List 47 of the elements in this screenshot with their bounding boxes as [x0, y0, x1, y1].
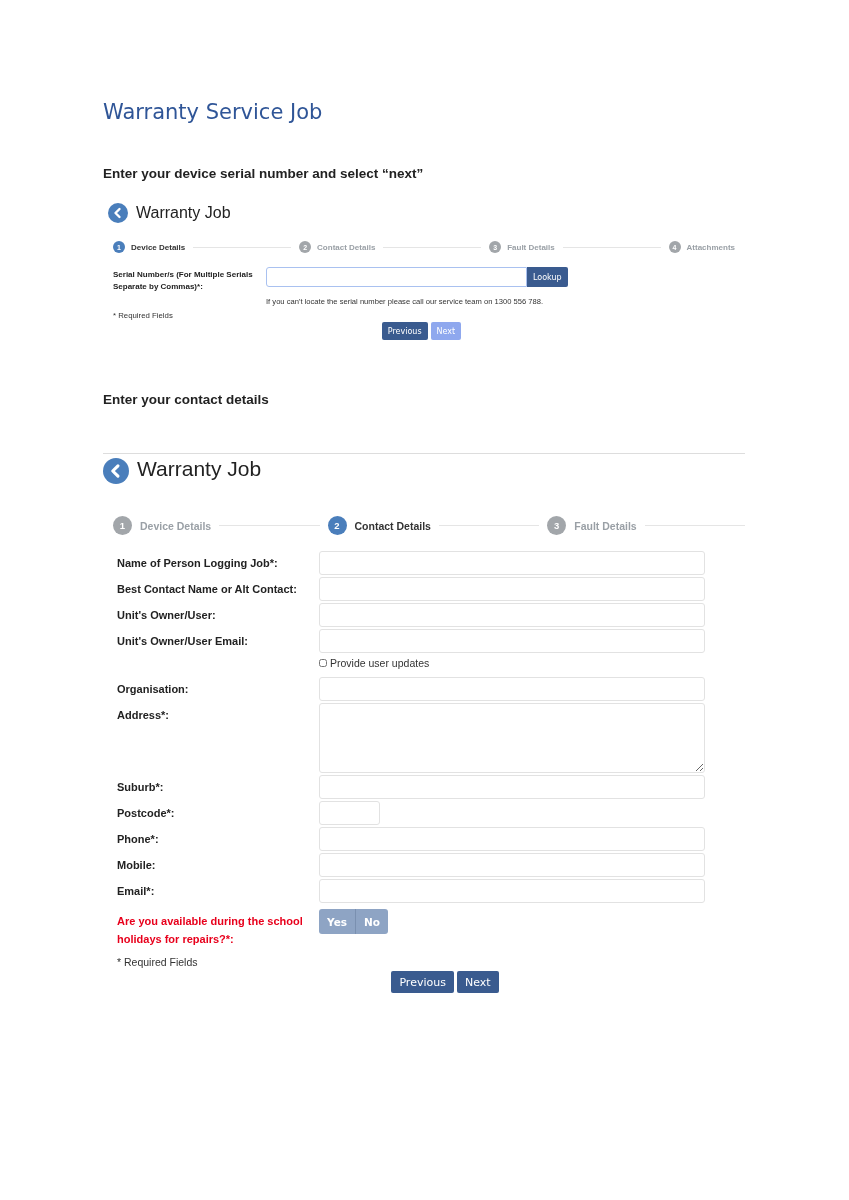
text-area[interactable] [319, 703, 705, 773]
input-field[interactable] [319, 775, 705, 799]
checkbox-option[interactable]: Provide user updates [319, 657, 705, 669]
page-title: Warranty Service Job [103, 100, 324, 124]
input-field[interactable] [319, 879, 705, 903]
input-field[interactable] [319, 827, 705, 851]
required-note: * Required Fields [116, 956, 199, 968]
input-field[interactable] [319, 853, 705, 877]
serial-input-field[interactable] [266, 267, 527, 287]
field-label: Suburb*: [117, 780, 165, 795]
field-label: Organisation: [117, 682, 190, 697]
toggle-option[interactable]: Yes [319, 909, 356, 934]
checkbox[interactable] [319, 659, 327, 667]
field-label: Serial Number/s (For Multiple Serials Separate by Commas)*: [112, 269, 254, 293]
field-label: Unit's Owner/User Email: [117, 634, 249, 649]
field-label: Postcode*: [117, 806, 176, 821]
back-icon[interactable] [108, 203, 128, 223]
step-tab[interactable]: 1 Device Details [113, 516, 212, 535]
field-label: Are you available during the school holidays for repairs?*: [117, 914, 304, 947]
field-label: Unit's Owner/User: [117, 608, 217, 623]
input-field[interactable] [319, 801, 380, 825]
field-label: Address*: [117, 708, 170, 723]
input-field[interactable] [319, 577, 705, 601]
nav-button[interactable]: Previous [381, 322, 428, 340]
step-number: 3 [547, 516, 567, 535]
form-title: Warranty Job [136, 204, 231, 222]
section-heading: Enter your contact details [103, 392, 270, 407]
field-label: Mobile: [117, 858, 157, 873]
input-field[interactable] [319, 677, 705, 701]
input-field[interactable] [319, 551, 705, 575]
field-label: Name of Person Logging Job*: [117, 556, 279, 571]
step-tab[interactable]: 2 Contact Details [327, 516, 431, 535]
input-field[interactable] [319, 629, 705, 653]
back-icon[interactable] [103, 458, 129, 484]
section-heading: Enter your device serial number and select “next” [103, 166, 425, 181]
form-title: Warranty Job [137, 457, 262, 481]
input-field[interactable] [319, 603, 705, 627]
field-label: Phone*: [117, 832, 160, 847]
nav-button[interactable]: Previous [391, 971, 454, 993]
step-number: 1 [113, 516, 132, 535]
toggle-option[interactable]: No [356, 909, 389, 934]
step-tab[interactable]: 3 Fault Details [547, 516, 637, 535]
step-number: 2 [327, 516, 347, 535]
nav-button[interactable]: Next [456, 971, 499, 993]
field-label: Best Contact Name or Alt Contact: [117, 582, 298, 597]
field-label: Email*: [117, 884, 156, 899]
lookup-button[interactable]: Lookup [527, 267, 568, 287]
